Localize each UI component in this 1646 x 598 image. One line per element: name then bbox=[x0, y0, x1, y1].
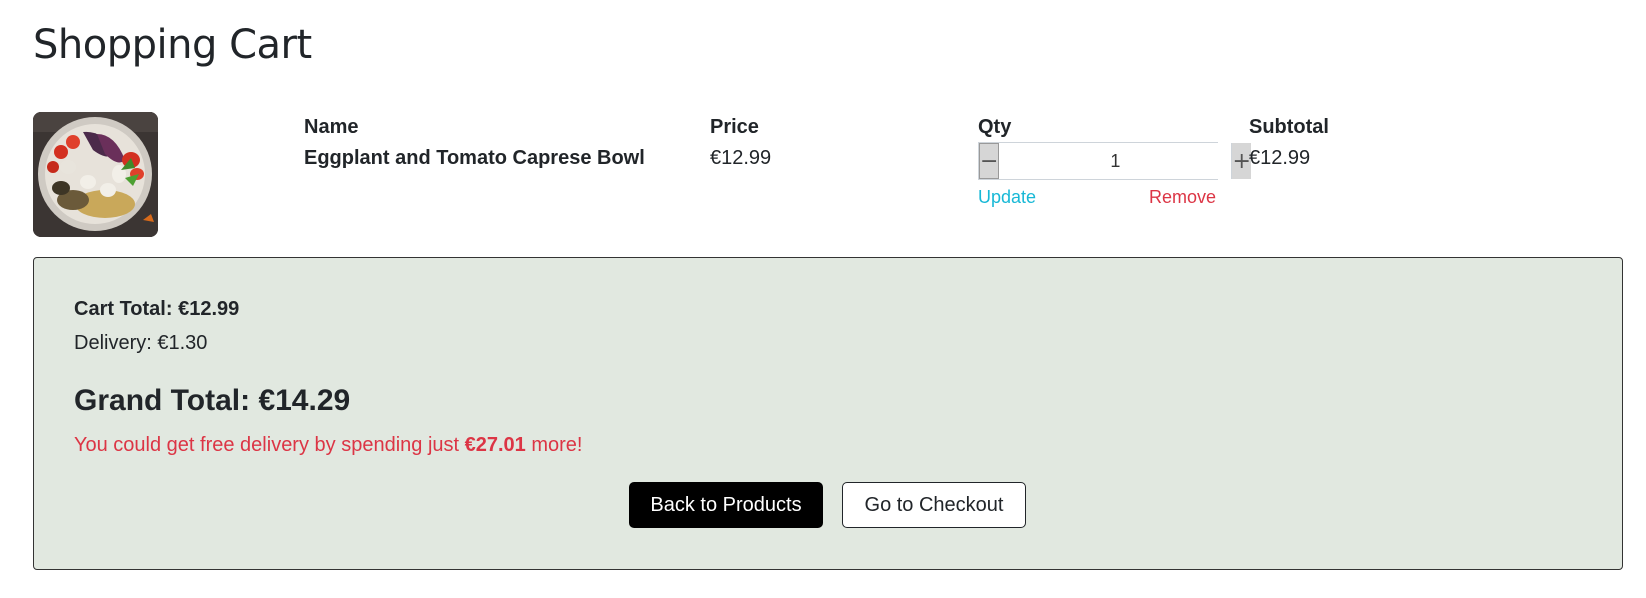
free-delivery-suffix: more! bbox=[525, 434, 583, 456]
subtotal-column-header: Subtotal bbox=[1249, 116, 1329, 138]
cart-item-name: Eggplant and Tomato Caprese Bowl bbox=[304, 147, 645, 169]
shopping-cart-page: Shopping Cart Name Eggplant and Tomato C… bbox=[0, 0, 1646, 598]
free-delivery-amount: €27.01 bbox=[464, 434, 526, 456]
update-link[interactable]: Update bbox=[978, 187, 1036, 208]
go-to-checkout-button[interactable]: Go to Checkout bbox=[842, 482, 1026, 528]
increment-qty-button[interactable]: + bbox=[1231, 143, 1251, 179]
quantity-stepper: − + bbox=[978, 142, 1251, 180]
cart-item-price: €12.99 bbox=[710, 147, 772, 169]
grand-total: Grand Total: €14.29 bbox=[74, 384, 351, 417]
name-column-header: Name bbox=[304, 116, 359, 138]
remove-link[interactable]: Remove bbox=[1149, 187, 1216, 208]
quantity-input[interactable] bbox=[999, 143, 1232, 179]
qty-column-header: Qty bbox=[978, 116, 1012, 138]
food-bowl-image bbox=[33, 112, 158, 237]
cart-summary-panel: Cart Total: €12.99 Delivery: €1.30 Grand… bbox=[33, 257, 1623, 570]
free-delivery-message: You could get free delivery by spending … bbox=[74, 434, 582, 457]
decrement-qty-button[interactable]: − bbox=[979, 143, 1000, 179]
cart-total: Cart Total: €12.99 bbox=[74, 298, 240, 320]
page-title: Shopping Cart bbox=[33, 22, 312, 68]
free-delivery-prefix: You could get free delivery by spending … bbox=[74, 434, 465, 456]
price-column-header: Price bbox=[710, 116, 759, 138]
cart-item-subtotal: €12.99 bbox=[1249, 147, 1311, 169]
product-image[interactable] bbox=[33, 112, 158, 237]
delivery-cost: Delivery: €1.30 bbox=[74, 332, 208, 354]
back-to-products-button[interactable]: Back to Products bbox=[629, 482, 823, 528]
